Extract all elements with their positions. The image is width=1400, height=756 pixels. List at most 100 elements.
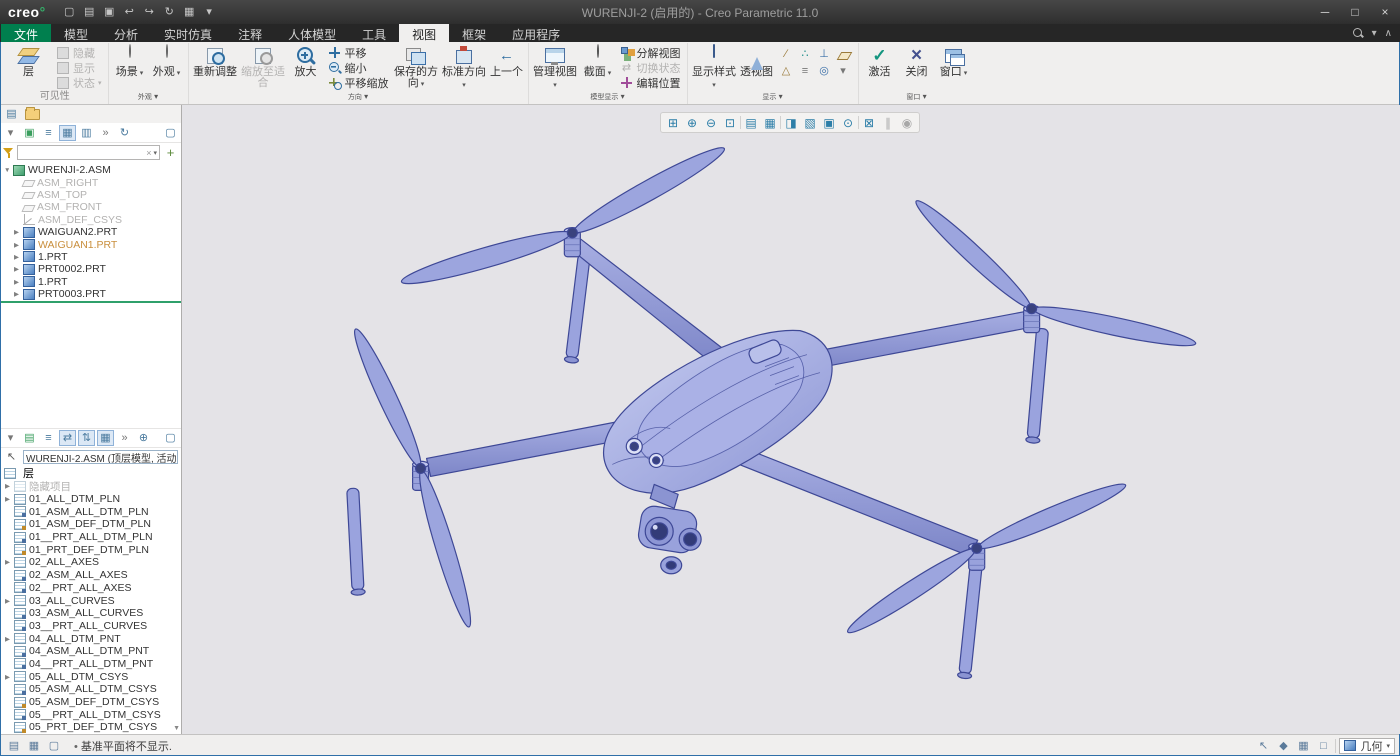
close-window-icon[interactable]: ▦ xyxy=(180,4,199,21)
zoom-out-icon[interactable]: ⊖ xyxy=(702,114,720,131)
display-style-button[interactable]: 显示样式 ▾ xyxy=(691,44,738,91)
tree-caret-icon[interactable]: ▾ xyxy=(2,125,19,141)
layer-tree-item[interactable]: 04__PRT_ALL_DTM_PNT xyxy=(0,658,181,671)
display-style-icon[interactable]: ◨ xyxy=(782,114,800,131)
model-tree-item[interactable]: PRT0003.PRT xyxy=(0,288,181,300)
model-tree-item[interactable]: ASM_FRONT xyxy=(0,201,181,213)
tree-refresh-icon[interactable]: ↻ xyxy=(116,125,133,141)
expand-arrow-icon[interactable] xyxy=(5,482,14,490)
layer-tree-item[interactable]: 01_PRT_DEF_DTM_PLN xyxy=(0,543,181,556)
expand-arrow-icon[interactable] xyxy=(5,495,14,503)
zoom-in-button[interactable]: 放大 xyxy=(288,44,324,78)
tab-model[interactable]: 模型 xyxy=(51,24,101,42)
new-file-icon[interactable]: ▢ xyxy=(60,4,79,21)
spin-center-toggle-icon[interactable]: ◎ xyxy=(816,64,833,79)
saved-orientations-icon[interactable]: ▤ xyxy=(742,114,760,131)
layer-tree-item[interactable]: 01_ALL_DTM_PLN xyxy=(0,493,181,506)
open-file-icon[interactable]: ▤ xyxy=(80,4,99,21)
expand-arrow-icon[interactable] xyxy=(14,290,23,298)
switch-state-button[interactable]: ⇄切换状态 xyxy=(617,60,684,75)
tree-filter-icon[interactable]: ▥ xyxy=(78,125,95,141)
axis-display-toggle-icon[interactable]: ∕ xyxy=(778,47,795,62)
model-tree-item[interactable]: ASM_DEF_CSYS xyxy=(0,214,181,226)
annotation-display-toggle-icon[interactable]: △ xyxy=(778,64,795,79)
plane-display-toggle-icon[interactable] xyxy=(835,47,852,62)
layer-tree-item[interactable]: 05_ALL_DTM_CSYS xyxy=(0,670,181,683)
standard-orientation-button[interactable]: 标准方向 ▾ xyxy=(441,44,488,91)
explode-view-button[interactable]: 分解视图 xyxy=(617,45,684,60)
tree-list-icon[interactable]: ≡ xyxy=(40,125,57,141)
zoom-in-icon[interactable]: ⊕ xyxy=(683,114,701,131)
search-caret-icon[interactable]: ▾ xyxy=(153,149,157,157)
model-tree-item[interactable]: ASM_TOP xyxy=(0,189,181,201)
csys-display-toggle-icon[interactable]: ⊥ xyxy=(816,47,833,62)
record-icon[interactable]: ◉ xyxy=(898,114,916,131)
layer-tree-item[interactable]: 02_ASM_ALL_AXES xyxy=(0,569,181,582)
collapse-ribbon-icon[interactable]: ∧ xyxy=(1385,28,1392,39)
expand-arrow-icon[interactable] xyxy=(5,558,14,566)
expand-arrow-icon[interactable] xyxy=(5,597,14,605)
regenerate-icon[interactable]: ↻ xyxy=(160,4,179,21)
select-arrow-icon[interactable]: ↖ xyxy=(1254,737,1272,754)
add-filter-button[interactable]: + xyxy=(163,145,178,160)
toggle-layer-panel-icon[interactable]: ▦ xyxy=(25,737,43,754)
model-tree-item[interactable]: WAIGUAN2.PRT xyxy=(0,226,181,238)
model-tree-item[interactable]: 1.PRT xyxy=(0,276,181,288)
layer-tree-item[interactable]: 02_ALL_AXES xyxy=(0,556,181,569)
tab-framework[interactable]: 框架 xyxy=(449,24,499,42)
scroll-down-arrow[interactable]: ▼ xyxy=(173,725,180,732)
graphics-viewport[interactable]: ⊞⊕⊖⊡▤▦◨▧▣⊙⊠∥◉ xyxy=(182,105,1400,734)
view-manager-icon[interactable]: ▦ xyxy=(761,114,779,131)
browser-icon[interactable]: ▢ xyxy=(45,737,63,754)
model-tree-item[interactable]: WURENJI-2.ASM xyxy=(0,164,181,176)
datum-display-filter-icon[interactable]: ▧ xyxy=(801,114,819,131)
close-window-button[interactable]: × 关闭 xyxy=(899,44,935,78)
layer-tree-item[interactable]: 05_PRT_DEF_DTM_CSYS xyxy=(0,721,181,734)
tree-model-icon[interactable]: ▣ xyxy=(21,125,38,141)
tree-overflow-icon[interactable]: » xyxy=(97,125,114,141)
spin-center-icon[interactable]: ⊙ xyxy=(839,114,857,131)
layer-tree-item[interactable]: 03_ASM_ALL_CURVES xyxy=(0,607,181,620)
model-tree-item[interactable]: ASM_RIGHT xyxy=(0,176,181,188)
model-tree-item[interactable]: PRT0002.PRT xyxy=(0,263,181,275)
layer-tree-item[interactable]: 04_ALL_DTM_PNT xyxy=(0,632,181,645)
layer-tree-icon[interactable]: ▤ xyxy=(21,430,38,446)
layer-caret-icon[interactable]: ▾ xyxy=(2,430,19,446)
layer-tree-item[interactable]: 05_ASM_DEF_DTM_CSYS xyxy=(0,696,181,709)
save-icon[interactable]: ▣ xyxy=(100,4,119,21)
tab-manikin[interactable]: 人体模型 xyxy=(275,24,349,42)
layer-search-icon[interactable]: ⊕ xyxy=(135,430,152,446)
tab-analysis[interactable]: 分析 xyxy=(101,24,151,42)
active-model-combo[interactable]: WURENJI-2.ASM (顶层模型, 活动的) ▼ xyxy=(23,450,178,464)
layer-tree-item[interactable]: 01_ASM_ALL_DTM_PLN xyxy=(0,505,181,518)
windows-button[interactable]: 窗口 ▾ xyxy=(936,44,972,79)
undo-icon[interactable]: ↩ xyxy=(120,4,139,21)
notes-display-toggle-icon[interactable]: ≡ xyxy=(797,64,814,79)
manage-views-button[interactable]: 管理视图 ▾ xyxy=(532,44,579,91)
hide-button[interactable]: 隐藏 xyxy=(53,45,105,60)
tree-search-input[interactable]: × ▾ xyxy=(17,145,160,160)
layer-settings-icon[interactable]: ▢ xyxy=(162,430,179,446)
appearances-button[interactable]: 外观 ▾ xyxy=(149,44,185,79)
tab-file[interactable]: 文件 xyxy=(1,24,51,42)
zoom-box-icon[interactable]: ⊞ xyxy=(664,114,682,131)
saved-orientations-button[interactable]: 保存的方向 ▾ xyxy=(393,44,440,90)
annotation-display-icon[interactable]: ▣ xyxy=(820,114,838,131)
layer-overflow-icon[interactable]: » xyxy=(116,430,133,446)
expand-arrow-icon[interactable] xyxy=(14,241,23,249)
layer-tree-item[interactable]: 02__PRT_ALL_AXES xyxy=(0,582,181,595)
zoom-to-fit-button[interactable]: 缩放至适合 xyxy=(240,44,287,89)
layer-tree-item[interactable]: 01__PRT_ALL_DTM_PLN xyxy=(0,531,181,544)
pan-zoom-button[interactable]: 平移缩放 xyxy=(325,75,392,90)
zoom-out-button[interactable]: 缩小 xyxy=(325,60,392,75)
tab-tools[interactable]: 工具 xyxy=(349,24,399,42)
expand-arrow-icon[interactable] xyxy=(4,167,13,174)
layers-button[interactable]: 层 xyxy=(5,44,52,78)
maximize-button[interactable]: □ xyxy=(1340,2,1370,22)
tab-view[interactable]: 视图 xyxy=(399,24,449,42)
redo-icon[interactable]: ↪ xyxy=(140,4,159,21)
pause-icon[interactable]: ∥ xyxy=(879,114,897,131)
layer-tree-item[interactable]: 01_ASM_DEF_DTM_PLN xyxy=(0,518,181,531)
tab-applications[interactable]: 应用程序 xyxy=(499,24,573,42)
model-tree-item[interactable]: WAIGUAN1.PRT xyxy=(0,238,181,250)
